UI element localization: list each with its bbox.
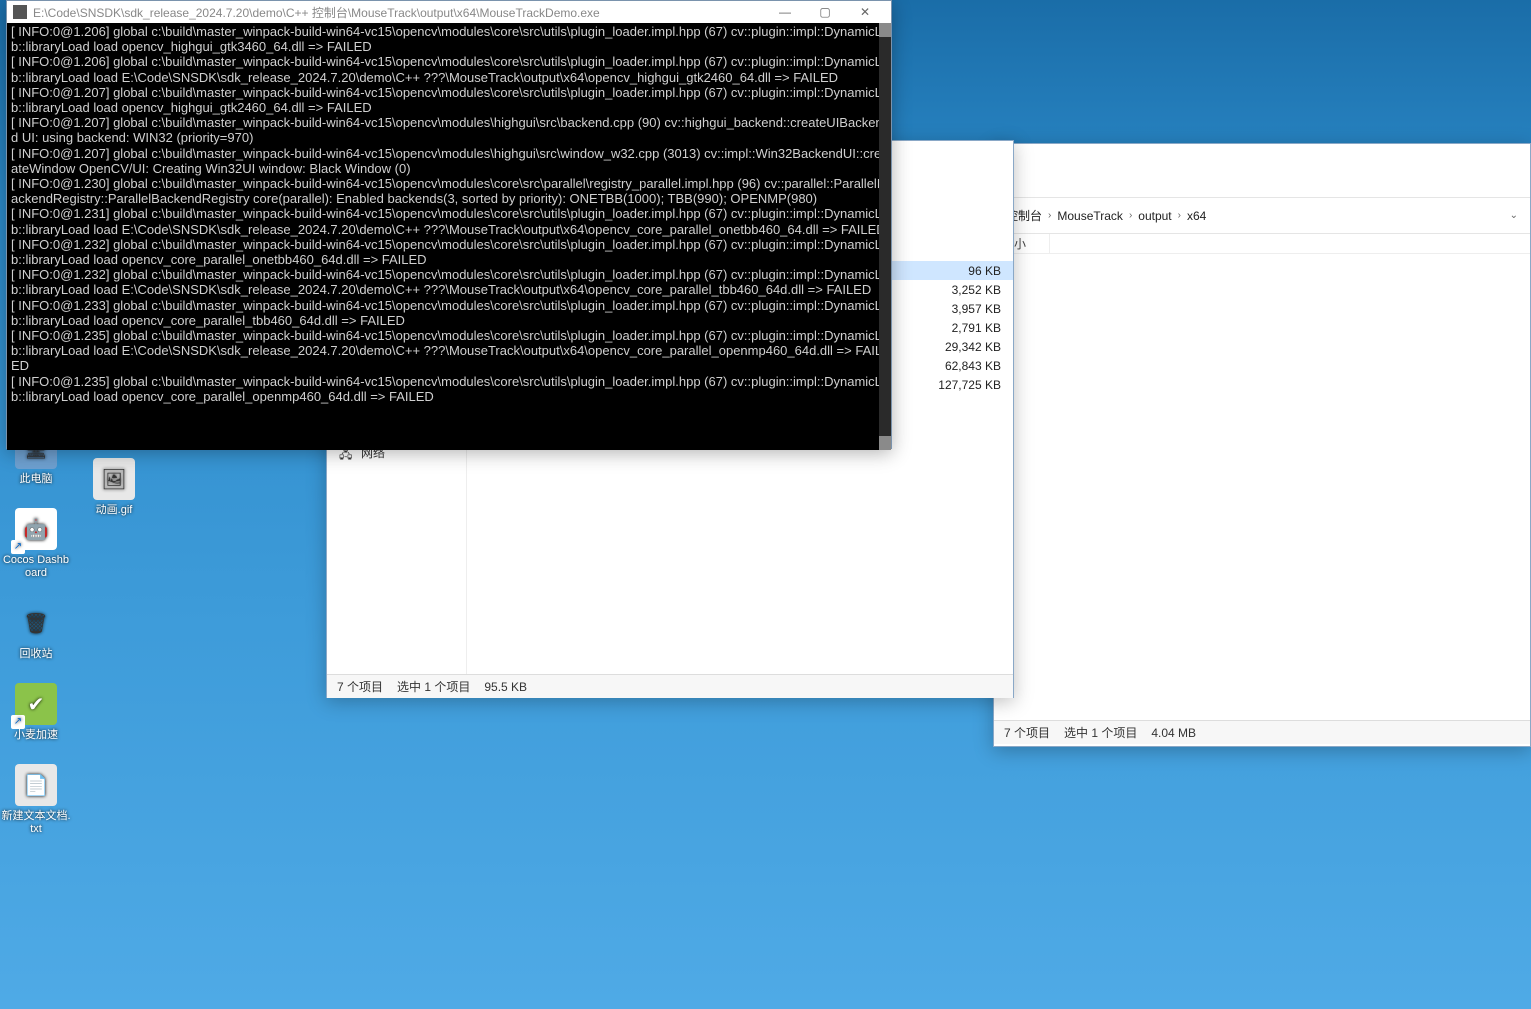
breadcrumb-seg[interactable]: MouseTrack bbox=[1057, 198, 1123, 234]
file-size: 127,725 KB bbox=[907, 378, 1007, 392]
close-button[interactable]: ✕ bbox=[845, 1, 885, 23]
chevron-down-icon[interactable]: ⌄ bbox=[1510, 198, 1518, 234]
chevron-right-icon: › bbox=[1129, 198, 1132, 234]
file-size: 96 KB bbox=[907, 264, 1007, 278]
desktop-icon-label: 新建文本文档.txt bbox=[0, 810, 72, 836]
window-title: E:\Code\SNSDK\sdk_release_2024.7.20\demo… bbox=[33, 4, 765, 21]
desktop-icon-xiaomai[interactable]: ✔小麦加速 bbox=[0, 683, 72, 742]
desktop-icon-txt[interactable]: 📄新建文本文档.txt bbox=[0, 764, 72, 836]
console-window[interactable]: E:\Code\SNSDK\sdk_release_2024.7.20\demo… bbox=[6, 0, 892, 449]
chevron-right-icon: › bbox=[1048, 198, 1051, 234]
desktop-icon-label: 小麦加速 bbox=[0, 729, 72, 742]
minimize-button[interactable]: — bbox=[765, 1, 805, 23]
app-icon bbox=[13, 5, 27, 19]
file-size: 3,957 KB bbox=[907, 302, 1007, 316]
breadcrumb[interactable]: 控制台› MouseTrack› output› x64 ⌄ bbox=[994, 198, 1530, 234]
desktop-icon-label: Cocos Dashboard bbox=[0, 554, 72, 580]
chevron-right-icon: › bbox=[1178, 198, 1181, 234]
breadcrumb-seg[interactable]: output bbox=[1138, 198, 1171, 234]
desktop-icon-cocos[interactable]: 🤖Cocos Dashboard bbox=[0, 508, 72, 580]
breadcrumb-seg[interactable]: x64 bbox=[1187, 198, 1206, 234]
terminal-output[interactable]: [ INFO:0@1.206] global c:\build\master_w… bbox=[7, 23, 891, 450]
file-size: 2,791 KB bbox=[907, 321, 1007, 335]
status-size: 95.5 KB bbox=[484, 675, 527, 698]
explorer-window-right[interactable]: 控制台› MouseTrack› output› x64 ⌄ 大小 7 个项目 … bbox=[993, 143, 1531, 747]
status-sel: 选中 1 个项目 bbox=[1064, 721, 1137, 744]
status-bar: 7 个项目 选中 1 个项目 4.04 MB bbox=[994, 720, 1530, 744]
titlebar[interactable]: E:\Code\SNSDK\sdk_release_2024.7.20\demo… bbox=[7, 1, 891, 23]
desktop-icon-label: 动画.gif bbox=[78, 504, 150, 517]
desktop-icon-label: 回收站 bbox=[0, 648, 72, 661]
desktop-icon-recycle[interactable]: 🗑回收站 bbox=[0, 602, 72, 661]
file-size: 3,252 KB bbox=[907, 283, 1007, 297]
status-sel: 选中 1 个项目 bbox=[397, 675, 470, 698]
status-bar: 7 个项目 选中 1 个项目 95.5 KB bbox=[327, 674, 1013, 698]
column-headers[interactable]: 大小 bbox=[994, 234, 1530, 254]
maximize-button[interactable]: ▢ bbox=[805, 1, 845, 23]
status-size: 4.04 MB bbox=[1151, 721, 1196, 744]
file-size: 29,342 KB bbox=[907, 340, 1007, 354]
desktop-icon-label: 此电脑 bbox=[0, 473, 72, 486]
status-items: 7 个项目 bbox=[1004, 721, 1050, 744]
desktop-icon-gif[interactable]: 🖼动画.gif bbox=[78, 458, 150, 517]
status-items: 7 个项目 bbox=[337, 675, 383, 698]
file-size: 62,843 KB bbox=[907, 359, 1007, 373]
